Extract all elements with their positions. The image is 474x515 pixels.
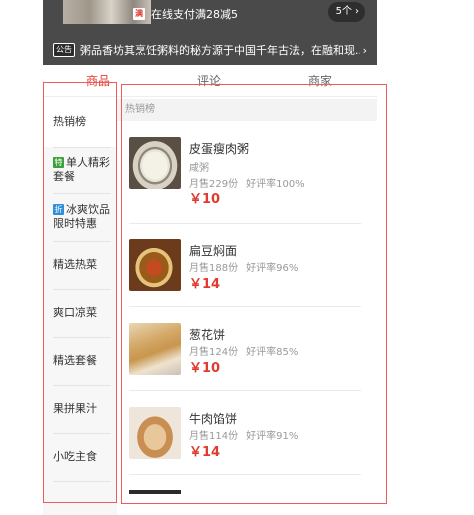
special-tag-icon: 特 — [53, 157, 64, 168]
sidebar-item-single-set[interactable]: 特单人精彩套餐 — [43, 147, 117, 193]
notice-bar[interactable]: 公告 粥品香坊其烹饪粥料的秘方源于中国千年古法，在融和现... › — [53, 41, 367, 59]
sidebar-item-hot-dishes[interactable]: 精选热菜 — [43, 241, 117, 289]
chevron-right-icon: › — [362, 43, 367, 57]
food-image — [129, 137, 181, 189]
food-name: 葱花饼 — [189, 328, 226, 342]
food-image — [129, 239, 181, 291]
food-stats: 月售124份 好评率85% — [189, 343, 298, 358]
sidebar-item-fruit-juice[interactable]: 果拼果汁 — [43, 385, 117, 433]
food-price: ￥14 — [189, 277, 221, 292]
tab-goods[interactable]: 商品 — [86, 72, 110, 89]
sidebar-item-label: 小吃主食 — [53, 450, 97, 463]
sidebar-item-label: 精选套餐 — [53, 354, 97, 367]
notice-text: 粥品香坊其烹饪粥料的秘方源于中国千年古法，在融和现... — [80, 44, 360, 57]
food-name: 牛肉馅饼 — [189, 412, 238, 426]
food-rating: 好评率96% — [246, 263, 299, 274]
food-item-pancake[interactable]: 葱花饼 月售124份 好评率85% ￥10 — [129, 323, 361, 393]
promo-count-label: 5个 — [335, 6, 352, 17]
food-rating: 好评率85% — [246, 347, 299, 358]
tab-seller[interactable]: 商家 — [308, 72, 332, 89]
food-price: ￥10 — [189, 192, 221, 207]
promo-row: 满 在线支付满28减5 — [133, 3, 238, 25]
food-description: 咸粥 — [189, 163, 209, 174]
section-title: 热销榜 — [117, 99, 377, 121]
shop-header: 满 在线支付满28减5 5个 › 公告 粥品香坊其烹饪粥料的秘方源于中国千年古法… — [43, 0, 377, 65]
chevron-right-icon: › — [355, 6, 359, 17]
category-sidebar: 热销榜 特单人精彩套餐 折冰爽饮品限时特惠 精选热菜 爽口凉菜 精选套餐 果拼果… — [43, 97, 117, 515]
tab-ratings[interactable]: 评论 — [197, 72, 221, 89]
food-rating: 好评率100% — [246, 179, 305, 190]
sidebar-item-drinks[interactable]: 折冰爽饮品限时特惠 — [43, 193, 117, 241]
food-name: 扁豆焖面 — [189, 244, 238, 258]
sidebar-item-set-meals[interactable]: 精选套餐 — [43, 337, 117, 385]
food-item-noodle[interactable]: 扁豆焖面 月售188份 好评率96% ￥14 — [129, 239, 361, 309]
sidebar-item-snacks[interactable]: 小吃主食 — [43, 433, 117, 481]
sidebar-item-cold-dishes[interactable]: 爽口凉菜 — [43, 289, 117, 337]
sidebar-item-label: 折冰爽饮品限时特惠 — [53, 203, 110, 230]
food-item-meat-pie[interactable]: 牛肉馅饼 月售114份 好评率91% ￥14 — [129, 407, 361, 477]
sidebar-item-label: 精选热菜 — [53, 258, 97, 271]
notice-tag: 公告 — [53, 43, 75, 57]
discount-tag-icon: 折 — [53, 204, 64, 215]
sidebar-item-label: 爽口凉菜 — [53, 306, 97, 319]
food-list: 热销榜 皮蛋瘦肉粥 咸粥 月售229份 好评率100% ￥10 扁豆焖面 月售18… — [117, 97, 377, 515]
discount-badge: 满 — [133, 8, 145, 20]
food-rating: 好评率91% — [246, 431, 299, 442]
food-image — [129, 490, 181, 494]
promo-text: 在线支付满28减5 — [151, 8, 238, 21]
food-price: ￥10 — [189, 361, 221, 376]
food-price: ￥14 — [189, 445, 221, 460]
food-image — [129, 323, 181, 375]
sidebar-item-label: 果拼果汁 — [53, 402, 97, 415]
food-item-porridge[interactable]: 皮蛋瘦肉粥 咸粥 月售229份 好评率100% ￥10 — [129, 137, 361, 207]
sidebar-item-label: 特单人精彩套餐 — [53, 156, 110, 183]
food-stats: 月售114份 好评率91% — [189, 427, 298, 442]
sidebar-item-hot[interactable]: 热销榜 — [43, 97, 117, 147]
sidebar-item-label: 热销榜 — [53, 115, 86, 128]
food-image — [129, 407, 181, 459]
tab-bar: 商品 评论 商家 — [43, 65, 377, 97]
food-name: 皮蛋瘦肉粥 — [189, 142, 250, 156]
promo-count-button[interactable]: 5个 › — [327, 2, 365, 22]
food-stats: 月售188份 好评率96% — [189, 259, 298, 274]
